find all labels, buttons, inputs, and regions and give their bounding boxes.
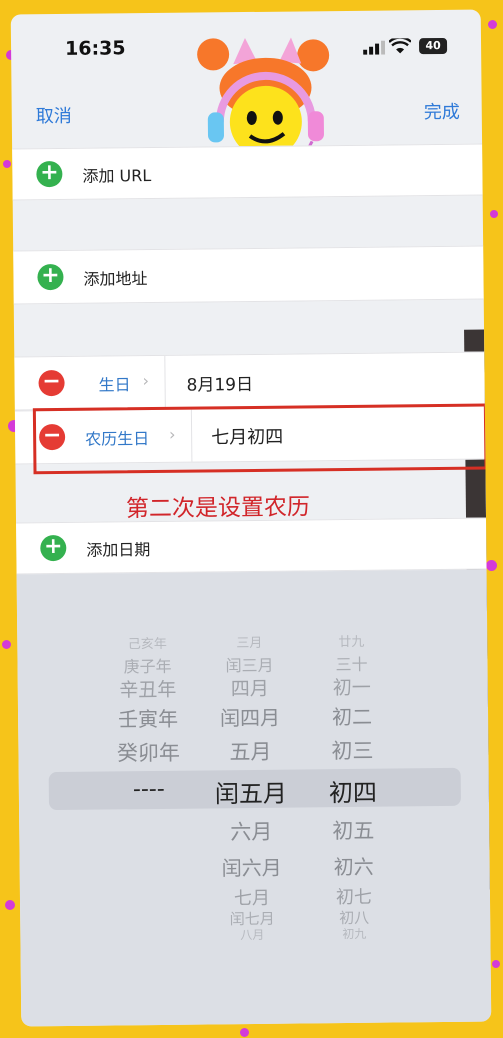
- add-date-label: 添加日期: [86, 540, 151, 560]
- picker-day-option[interactable]: 初一: [292, 672, 412, 700]
- picker-day-selected[interactable]: 初四: [293, 772, 413, 808]
- picker-day-option[interactable]: 廿九: [291, 630, 411, 650]
- annotation-text: 第二次是设置农历: [125, 494, 311, 523]
- done-button[interactable]: 完成: [424, 98, 460, 124]
- birthday-value[interactable]: 8月19日: [186, 370, 254, 396]
- add-url-plus-icon[interactable]: +: [36, 160, 63, 188]
- decoration-dot: [492, 960, 500, 968]
- decoration-dot: [490, 210, 498, 218]
- add-date-plus-icon[interactable]: +: [40, 534, 67, 562]
- picker-day-option[interactable]: 初二: [292, 700, 412, 730]
- add-date-row[interactable]: + 添加日期: [16, 517, 487, 575]
- delete-birthday-minus-icon[interactable]: −: [38, 369, 65, 397]
- decoration-dot: [5, 900, 15, 910]
- cancel-button[interactable]: 取消: [36, 102, 72, 128]
- picker-day-option[interactable]: 初五: [293, 814, 413, 845]
- decoration-dot: [240, 1028, 249, 1037]
- picker-day-option[interactable]: 初三: [292, 734, 412, 765]
- decoration-dot: [486, 560, 497, 571]
- picker-day-option[interactable]: 初七: [294, 882, 414, 909]
- battery-level: 40: [425, 38, 441, 53]
- cellular-signal-icon: [363, 40, 386, 55]
- picker-day-option[interactable]: 初九: [294, 924, 414, 942]
- birthday-row: − 生日 › 8月19日: [14, 351, 485, 411]
- decoration-dot: [3, 160, 11, 168]
- add-url-row[interactable]: + 添加 URL: [12, 143, 483, 201]
- lunar-date-picker[interactable]: 己亥年 庚子年 辛丑年 壬寅年 癸卯年 ---- 三月 闰三月 四月 闰四月 五…: [16, 569, 492, 1027]
- divider: [164, 355, 166, 408]
- picker-day-option[interactable]: 初六: [293, 850, 413, 880]
- add-address-label: 添加地址: [83, 269, 148, 289]
- wifi-icon: [388, 38, 412, 54]
- decoration-dot: [488, 20, 497, 29]
- phone-screen: 16:35 40 取消 完成 + 添加 URL + 添加地址 − 生日 › 8月…: [10, 9, 492, 1027]
- highlight-box: [32, 403, 488, 475]
- status-time: 16:35: [64, 37, 126, 60]
- birthday-label[interactable]: 生日: [98, 371, 131, 395]
- decoration-dot: [2, 640, 11, 649]
- add-address-plus-icon[interactable]: +: [37, 263, 64, 291]
- add-address-row[interactable]: + 添加地址: [13, 245, 484, 305]
- battery-indicator: 40: [418, 37, 448, 55]
- add-url-label: 添加 URL: [82, 166, 152, 186]
- birthday-chevron-icon: ›: [142, 371, 150, 391]
